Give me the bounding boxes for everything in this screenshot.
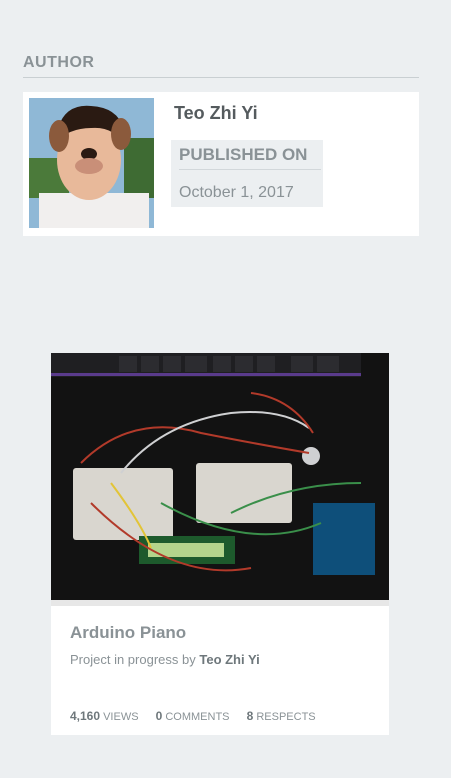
author-section-title: AUTHOR <box>23 54 419 78</box>
comments-stat: 0 COMMENTS <box>155 709 230 723</box>
project-photo <box>51 353 389 606</box>
author-card: Teo Zhi Yi PUBLISHED ON October 1, 2017 <box>23 92 419 236</box>
byline-author-link[interactable]: Teo Zhi Yi <box>199 652 259 667</box>
published-label: PUBLISHED ON <box>179 145 321 170</box>
avatar-photo <box>29 98 154 228</box>
project-card[interactable]: Arduino Piano Project in progress by Teo… <box>51 353 389 735</box>
published-box: PUBLISHED ON October 1, 2017 <box>171 140 323 207</box>
project-thumbnail[interactable] <box>51 353 389 606</box>
project-byline: Project in progress by Teo Zhi Yi <box>70 652 260 667</box>
author-name[interactable]: Teo Zhi Yi <box>174 103 258 124</box>
respects-count: 8 <box>246 709 254 723</box>
published-date: October 1, 2017 <box>179 184 294 201</box>
project-title[interactable]: Arduino Piano <box>70 623 186 643</box>
views-label: VIEWS <box>103 711 139 723</box>
author-avatar[interactable] <box>29 98 154 228</box>
project-stats: 4,160 VIEWS 0 COMMENTS 8 RESPECTS <box>70 709 330 723</box>
respects-label: RESPECTS <box>256 711 316 723</box>
views-stat: 4,160 VIEWS <box>70 709 139 723</box>
comments-label: COMMENTS <box>165 711 230 723</box>
comments-count: 0 <box>155 709 163 723</box>
views-count: 4,160 <box>70 709 101 723</box>
respects-stat: 8 RESPECTS <box>246 709 316 723</box>
byline-prefix: Project in progress by <box>70 652 196 667</box>
